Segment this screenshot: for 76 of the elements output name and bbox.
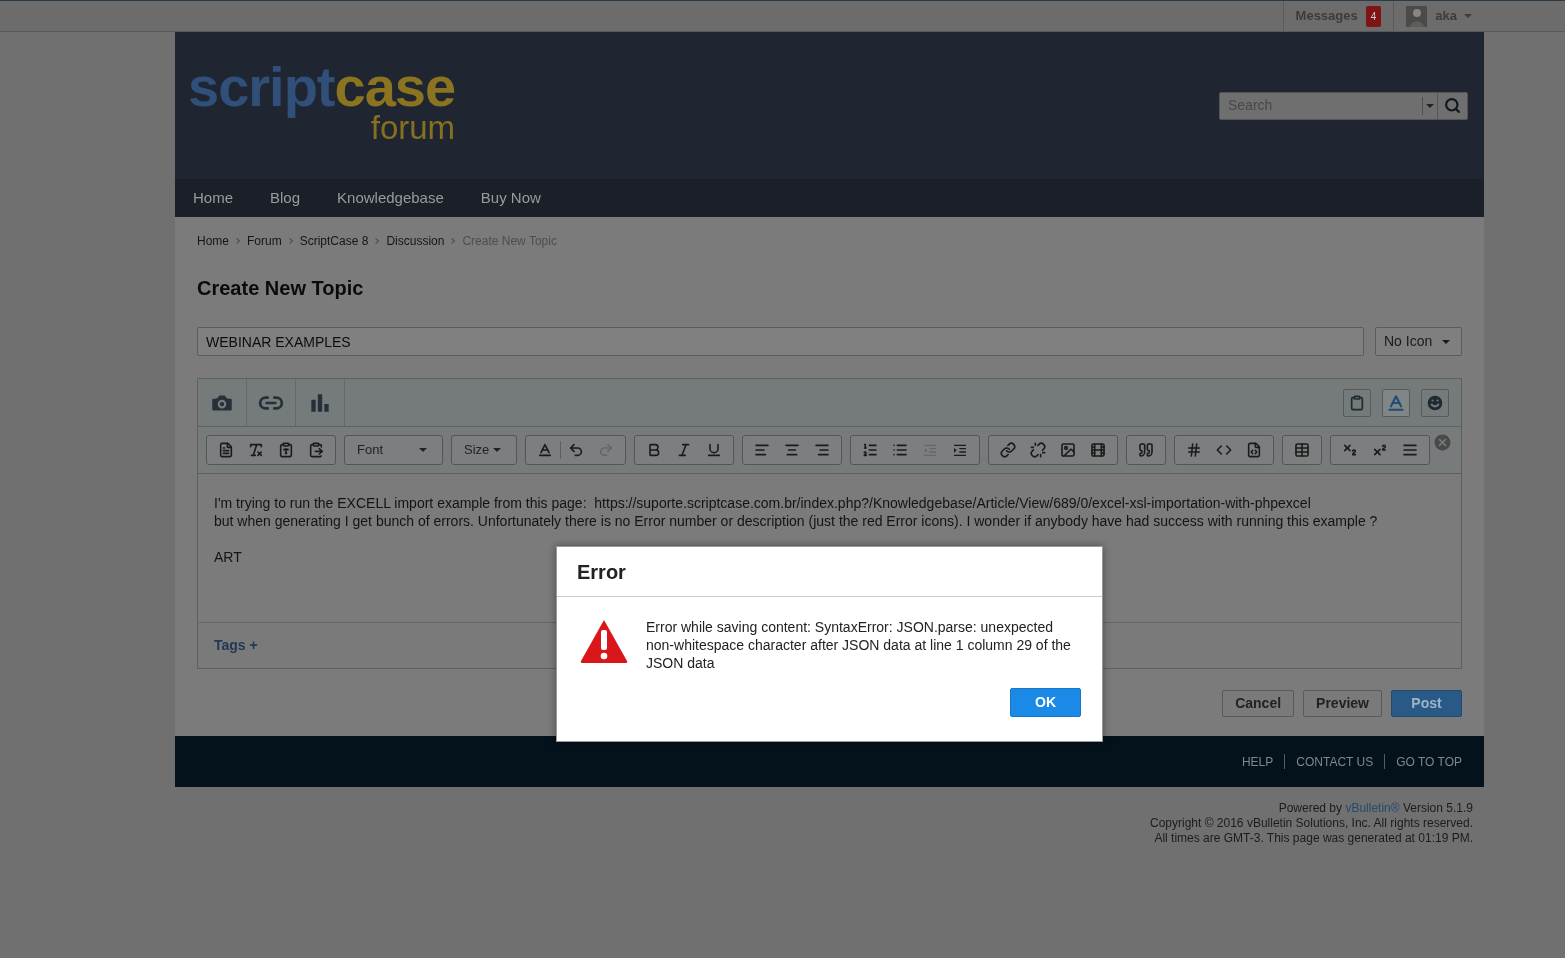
indent-icon[interactable] [952,442,968,458]
italic-icon[interactable] [676,442,692,458]
chevron-right-icon [451,238,456,244]
align-left-icon[interactable] [754,442,770,458]
bullet-list-icon[interactable] [892,442,908,458]
form-button[interactable]: Cancel [1222,690,1295,717]
superscript-icon[interactable] [1372,442,1388,458]
caret-icon [1442,339,1450,344]
generated-time-text: All times are GMT-3. This page was generated at 01:19 PM. [1154,831,1473,846]
font-dropdown[interactable]: Font [344,435,443,465]
image-icon[interactable] [1060,442,1076,458]
avatar-icon [1406,5,1428,27]
dialog-message: Error while saving content: SyntaxError: JSON.parse: unexpected non-whitespace character after JSON data at line 1 column 29 of the JSON data [646,618,1072,672]
nav-link[interactable]: Buy Now [480,186,541,210]
editor-text-line: ART [214,548,243,566]
nav-link[interactable]: Blog [270,186,301,210]
numbered-list-icon[interactable] [862,442,878,458]
clipboard-icon [1349,394,1365,411]
hash-icon[interactable] [1186,442,1202,458]
unlink-icon[interactable] [1030,442,1046,458]
caret-icon [419,448,427,452]
caret-icon [1464,14,1472,18]
table-icon[interactable] [1294,442,1310,458]
breadcrumb-link[interactable]: Forum [247,232,282,250]
icon-dropdown[interactable]: No Icon [1375,327,1462,356]
breadcrumb-link[interactable]: Discussion [386,232,445,250]
text-color-toggle[interactable] [1382,388,1410,417]
paste-word-icon[interactable] [308,442,324,458]
align-center-icon[interactable] [784,442,800,458]
ok-button[interactable]: OK [1010,688,1081,717]
caret-icon [493,448,501,452]
clear-format-icon[interactable] [248,442,264,458]
form-button[interactable]: Post [1391,690,1462,717]
footer-link[interactable]: CONTACT US [1296,752,1374,771]
footer-link[interactable]: HELP [1241,752,1274,771]
subscript-icon[interactable] [1342,442,1358,458]
code-icon[interactable] [1216,442,1232,458]
footer-link[interactable]: GO TO TOP [1396,752,1462,771]
chevron-right-icon [375,238,380,244]
nav-link[interactable]: Knowledgebase [337,186,444,210]
clipboard-button[interactable] [1343,388,1371,417]
forum-logo[interactable]: scriptcase forum [188,59,456,152]
form-button[interactable]: Preview [1303,690,1382,717]
bold-icon[interactable] [646,442,662,458]
php-file-icon[interactable] [1246,442,1262,458]
video-icon[interactable] [1090,442,1106,458]
paste-text-icon[interactable] [278,442,294,458]
breadcrumb-link[interactable]: ScriptCase 8 [299,232,369,250]
nav-link[interactable]: Home [193,186,233,210]
underline-icon[interactable] [706,442,722,458]
breadcrumb-link[interactable]: Home [197,232,229,250]
horizontal-rule-icon[interactable] [1402,442,1418,458]
link-icon[interactable] [1000,442,1016,458]
size-dropdown[interactable]: Size [451,435,517,465]
smiley-icon [1425,392,1445,413]
search-icon [1444,97,1461,114]
chevron-right-icon [236,238,240,244]
tags-link[interactable]: Tags + [214,635,258,656]
warning-icon [579,618,629,664]
message-count-badge: 4 [1365,5,1382,27]
copyright-text: Copyright © 2016 vBulletin Solutions, Inc. All rights reserved. [1150,816,1473,831]
dropdown-caret-icon[interactable] [1426,103,1434,108]
title-field[interactable]: WEBINAR EXAMPLES [197,327,1364,356]
quote-icon[interactable] [1138,442,1154,458]
editor-text-line: I'm trying to run the EXCELL import example from this page: https://suporte.scriptcase.com.br/index.php?/Knowledgebase/Article/View/689/0/excel-xsl-importation-with-phpexcel [214,494,1312,512]
editor-text-line: but when generating I get bunch of errors. Unfortunately there is no Error number or description (just the red Error icons). I wonder if anybody have had success with running this example ? [214,512,1379,530]
chevron-right-icon [288,238,293,244]
text-color-icon [1386,392,1406,413]
undo-icon[interactable] [568,442,584,458]
page-title: Create New Topic [197,276,365,301]
dialog-title: Error [577,559,626,585]
align-right-icon[interactable] [814,442,830,458]
text-color-icon[interactable] [537,442,553,458]
emoji-button[interactable] [1421,388,1449,417]
powered-by-text: Powered by vBulletin® Version 5.1.9 [1278,801,1473,816]
source-icon[interactable] [218,442,234,458]
